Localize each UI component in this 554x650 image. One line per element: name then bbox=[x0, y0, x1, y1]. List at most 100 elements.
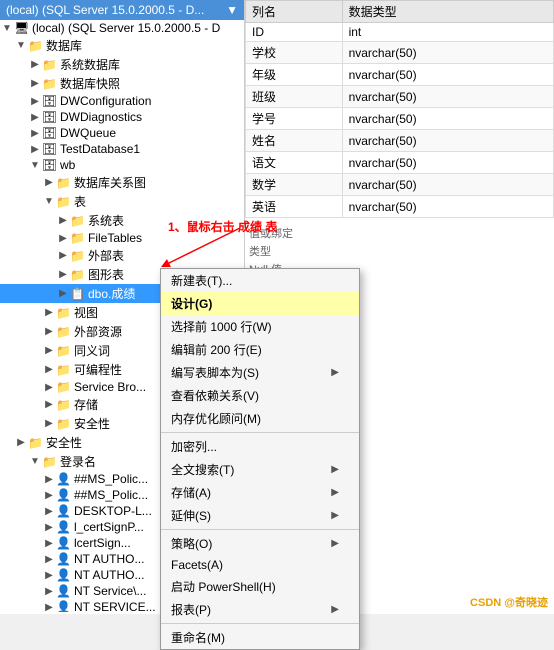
tree-item-system-db[interactable]: ▶📁系统数据库 bbox=[0, 55, 244, 74]
table-row: 姓名nvarchar(50) bbox=[246, 130, 554, 152]
tree-header-controls: ▼ bbox=[226, 3, 238, 17]
table-row: 数学nvarchar(50) bbox=[246, 174, 554, 196]
tree-item-filetables[interactable]: ▶📁FileTables bbox=[0, 230, 244, 246]
column-name: 姓名 bbox=[246, 130, 343, 152]
expand-icon[interactable]: ▼ bbox=[0, 23, 14, 34]
expand-icon[interactable]: ▶ bbox=[42, 307, 56, 318]
menu-separator bbox=[161, 432, 359, 433]
expand-icon[interactable]: ▶ bbox=[28, 59, 42, 70]
context-menu-item-label: 启动 PowerShell(H) bbox=[171, 578, 276, 595]
context-menu-item[interactable]: Facets(A) bbox=[161, 555, 359, 575]
context-menu-item[interactable]: 编写表脚本为(S)▶ bbox=[161, 361, 359, 384]
user-icon: 👤 bbox=[56, 600, 72, 612]
context-menu-item[interactable]: 全文搜索(T)▶ bbox=[161, 458, 359, 481]
context-menu-item[interactable]: 选择前 1000 行(W) bbox=[161, 315, 359, 338]
folder-icon: 📁 bbox=[70, 249, 86, 263]
context-menu[interactable]: 新建表(T)...设计(G) 选择前 1000 行(W) 编辑前 200 行(E) 编… bbox=[160, 268, 360, 650]
tree-header: (local) (SQL Server 15.0.2000.5 - D... ▼ bbox=[0, 0, 244, 20]
expand-icon[interactable]: ▶ bbox=[28, 112, 42, 123]
folder-icon: 📁 bbox=[56, 176, 72, 190]
context-menu-item[interactable]: 策略(O)▶ bbox=[161, 532, 359, 555]
context-menu-item[interactable]: 编辑前 200 行(E) bbox=[161, 338, 359, 361]
tree-item-label: (local) (SQL Server 15.0.2000.5 - D bbox=[32, 21, 244, 35]
column-type: nvarchar(50) bbox=[342, 152, 553, 174]
context-menu-item[interactable]: 设计(G) bbox=[161, 292, 359, 315]
expand-icon[interactable]: ▶ bbox=[42, 586, 56, 597]
expand-icon[interactable]: ▶ bbox=[42, 554, 56, 565]
tree-item-externaltables[interactable]: ▶📁外部表 bbox=[0, 246, 244, 265]
context-menu-item[interactable]: 新建表(T)... bbox=[161, 269, 359, 292]
table-row: 学号nvarchar(50) bbox=[246, 108, 554, 130]
expand-icon[interactable]: ▶ bbox=[28, 144, 42, 155]
expand-icon[interactable]: ▶ bbox=[56, 269, 70, 280]
tree-item-label: 数据库快照 bbox=[60, 75, 244, 92]
expand-icon[interactable]: ▶ bbox=[42, 364, 56, 375]
expand-icon[interactable]: ▶ bbox=[42, 399, 56, 410]
column-type: nvarchar(50) bbox=[342, 196, 553, 218]
expand-icon[interactable]: ▶ bbox=[42, 522, 56, 533]
expand-icon[interactable]: ▼ bbox=[42, 196, 56, 207]
tree-item-testdb1[interactable]: ▶🗄TestDatabase1 bbox=[0, 141, 244, 157]
table-row: 英语nvarchar(50) bbox=[246, 196, 554, 218]
expand-icon[interactable]: ▶ bbox=[42, 570, 56, 581]
context-menu-item[interactable]: 查看依赖关系(V) bbox=[161, 384, 359, 407]
expand-icon[interactable]: ▼ bbox=[14, 40, 28, 51]
context-menu-item[interactable]: 重命名(M) bbox=[161, 626, 359, 649]
context-menu-item-label: 选择前 1000 行(W) bbox=[171, 318, 272, 335]
tree-item-systables[interactable]: ▶📁系统表 bbox=[0, 211, 244, 230]
tree-item-label: TestDatabase1 bbox=[60, 142, 244, 156]
expand-icon[interactable]: ▶ bbox=[42, 506, 56, 517]
tree-item-label: FileTables bbox=[88, 231, 244, 245]
tree-item-tables[interactable]: ▼📁表 bbox=[0, 192, 244, 211]
menu-separator bbox=[161, 623, 359, 624]
context-menu-item[interactable]: 报表(P)▶ bbox=[161, 598, 359, 621]
tree-item-dwdiag[interactable]: ▶🗄DWDiagnostics bbox=[0, 109, 244, 125]
expand-icon[interactable]: ▼ bbox=[28, 160, 42, 171]
tree-item-dbrelation[interactable]: ▶📁数据库关系图 bbox=[0, 173, 244, 192]
expand-icon[interactable]: ▶ bbox=[28, 128, 42, 139]
tree-item-label: 数据库 bbox=[46, 37, 244, 54]
context-menu-item[interactable]: 启动 PowerShell(H) bbox=[161, 575, 359, 598]
tree-item-root[interactable]: ▼🖥(local) (SQL Server 15.0.2000.5 - D bbox=[0, 20, 244, 36]
column-type: nvarchar(50) bbox=[342, 86, 553, 108]
user-icon: 👤 bbox=[56, 584, 72, 598]
context-menu-item-label: 延伸(S) bbox=[171, 507, 211, 524]
context-menu-item-label: 编辑前 200 行(E) bbox=[171, 341, 262, 358]
submenu-arrow-icon: ▶ bbox=[331, 538, 339, 549]
column-type: int bbox=[342, 23, 553, 42]
expand-icon[interactable]: ▶ bbox=[28, 78, 42, 89]
expand-icon[interactable]: ▶ bbox=[42, 326, 56, 337]
context-menu-item[interactable]: 存储(A) ▶ bbox=[161, 481, 359, 504]
column-name: 学校 bbox=[246, 42, 343, 64]
expand-icon[interactable]: ▼ bbox=[28, 456, 42, 467]
folder-icon: 📁 bbox=[56, 306, 72, 320]
context-menu-item-label: 存储(A) bbox=[171, 484, 211, 501]
tree-item-wb[interactable]: ▼🗄wb bbox=[0, 157, 244, 173]
table-row: IDint bbox=[246, 23, 554, 42]
expand-icon[interactable]: ▶ bbox=[42, 345, 56, 356]
submenu-arrow-icon: ▶ bbox=[331, 510, 339, 521]
tree-item-dwconfig[interactable]: ▶🗄DWConfiguration bbox=[0, 93, 244, 109]
context-menu-item[interactable]: 延伸(S) ▶ bbox=[161, 504, 359, 527]
expand-icon[interactable]: ▶ bbox=[42, 602, 56, 613]
expand-icon[interactable]: ▶ bbox=[42, 177, 56, 188]
expand-icon[interactable]: ▶ bbox=[42, 538, 56, 549]
folder-icon: 📁 bbox=[42, 58, 58, 72]
tree-item-dwqueue[interactable]: ▶🗄DWQueue bbox=[0, 125, 244, 141]
tree-item-db-snapshot[interactable]: ▶📁数据库快照 bbox=[0, 74, 244, 93]
expand-icon[interactable]: ▶ bbox=[42, 490, 56, 501]
expand-icon[interactable]: ▶ bbox=[56, 288, 70, 299]
expand-icon[interactable]: ▶ bbox=[56, 250, 70, 261]
tree-item-databases[interactable]: ▼📁数据库 bbox=[0, 36, 244, 55]
context-menu-item[interactable]: 内存优化顾问(M) bbox=[161, 407, 359, 430]
expand-icon[interactable]: ▶ bbox=[56, 215, 70, 226]
expand-icon[interactable]: ▶ bbox=[42, 474, 56, 485]
expand-icon[interactable]: ▶ bbox=[56, 233, 70, 244]
submenu-arrow-icon: ▶ bbox=[331, 487, 339, 498]
expand-icon[interactable]: ▶ bbox=[42, 382, 56, 393]
context-menu-item[interactable]: 加密列... bbox=[161, 435, 359, 458]
database-icon: 🗄 bbox=[42, 142, 58, 156]
expand-icon[interactable]: ▶ bbox=[42, 418, 56, 429]
expand-icon[interactable]: ▶ bbox=[14, 437, 28, 448]
expand-icon[interactable]: ▶ bbox=[28, 96, 42, 107]
